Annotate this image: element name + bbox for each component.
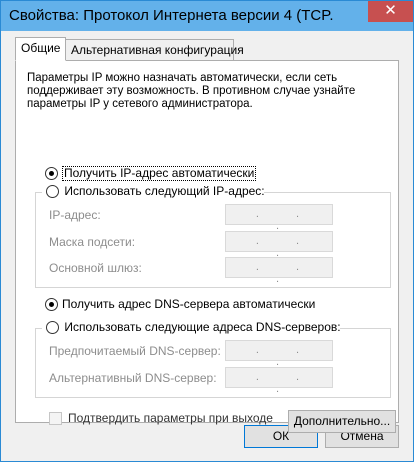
close-icon: ✕ <box>384 2 397 19</box>
validate-label[interactable]: Подтвердить параметры при выходе <box>68 411 273 425</box>
tab-alternate-config-label: Альтернативная конфигурация <box>71 43 244 57</box>
dialog-client: Общие Альтернативная конфигурация Параме… <box>8 31 406 455</box>
gateway-label: Основной шлюз: <box>49 261 142 275</box>
tab-alternate-config[interactable]: Альтернативная конфигурация <box>65 39 244 61</box>
alternate-dns-value: . . . <box>255 371 317 395</box>
ip-address-field[interactable]: . . . <box>225 204 333 232</box>
subnet-mask-value: . . . <box>255 235 317 259</box>
ip-auto-label[interactable]: Получить IP-адрес автоматически <box>62 166 257 181</box>
ip-address-value: . . . <box>255 208 317 232</box>
dns-auto-label[interactable]: Получить адрес DNS-сервера автоматически <box>62 297 315 311</box>
title-bar[interactable]: Свойства: Протокол Интернета версии 4 (T… <box>1 1 413 31</box>
tab-general-label: Общие <box>21 41 61 55</box>
preferred-dns-field[interactable]: . . . <box>225 340 333 368</box>
ip-manual-legend: Использовать следующий IP-адрес: <box>42 183 265 199</box>
dns-manual-legend: Использовать следующие адреса DNS-сервер… <box>42 319 341 335</box>
properties-dialog: Свойства: Протокол Интернета версии 4 (T… <box>0 0 414 462</box>
ok-button-label: ОК <box>272 429 290 443</box>
dns-manual-group <box>35 328 391 398</box>
window-title: Свойства: Протокол Интернета версии 4 (T… <box>9 7 334 24</box>
gateway-field[interactable]: . . . <box>225 257 333 285</box>
dns-auto-radio[interactable] <box>45 298 58 311</box>
general-panel: Параметры IP можно назначать автоматичес… <box>15 60 399 433</box>
alternate-dns-field[interactable]: . . . <box>225 367 333 395</box>
alternate-dns-label: Альтернативный DNS-сервер: <box>49 371 217 385</box>
preferred-dns-label: Предпочитаемый DNS-сервер: <box>49 344 221 358</box>
tab-general[interactable]: Общие <box>15 37 66 61</box>
validate-checkbox[interactable] <box>49 412 62 425</box>
dns-manual-radio[interactable] <box>46 321 59 334</box>
advanced-button[interactable]: Дополнительно... <box>288 410 396 433</box>
ip-manual-label[interactable]: Использовать следующий IP-адрес: <box>64 184 264 198</box>
ip-auto-radio[interactable] <box>45 167 58 180</box>
ip-address-label: IP-адрес: <box>49 208 101 222</box>
advanced-button-label: Дополнительно... <box>293 414 391 428</box>
close-button[interactable]: ✕ <box>368 1 413 22</box>
subnet-mask-label: Маска подсети: <box>49 235 136 249</box>
description-text: Параметры IP можно назначать автоматичес… <box>27 72 356 110</box>
subnet-mask-field[interactable]: . . . <box>225 231 333 259</box>
preferred-dns-value: . . . <box>255 344 317 368</box>
gateway-value: . . . <box>255 261 317 285</box>
dns-manual-label[interactable]: Использовать следующие адреса DNS-сервер… <box>64 320 340 334</box>
ip-manual-radio[interactable] <box>46 185 59 198</box>
